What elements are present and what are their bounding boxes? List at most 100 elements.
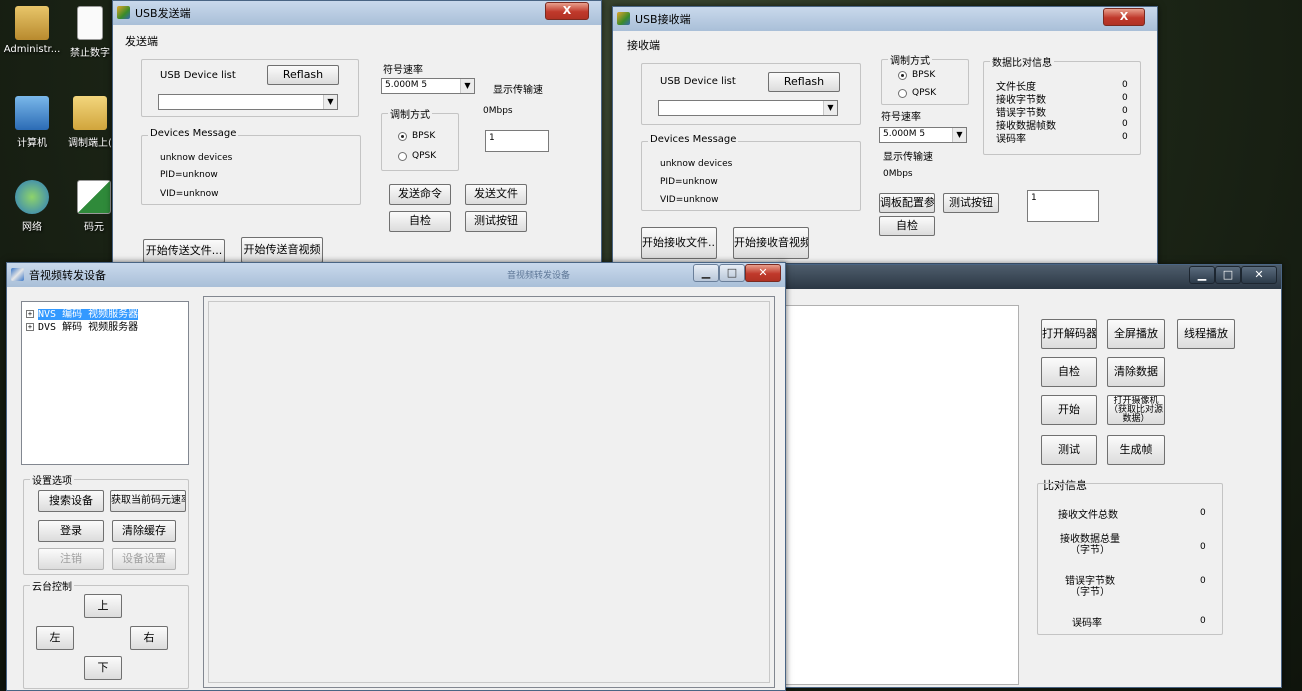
qpsk-radio[interactable]: QPSK (398, 151, 436, 161)
video-display-area[interactable] (785, 305, 1019, 685)
compare-info-group: 接收文件总数 0 接收数据总量（字节） 0 错误字节数（字节） 0 误码率 0 (1037, 483, 1223, 635)
close-button[interactable]: X (1103, 8, 1145, 26)
reflash-button[interactable]: Reflash (267, 65, 339, 85)
device-settings-button[interactable]: 设备设置 (112, 548, 176, 570)
app-icon (117, 6, 130, 19)
test-button[interactable]: 测试 (1041, 435, 1097, 465)
ptz-right-button[interactable]: 右 (130, 626, 168, 650)
show-rate-label: 显示传输速 (493, 85, 543, 96)
radio-checked-icon (398, 132, 407, 141)
devices-message-group: Devices Message unknow devices PID=unkno… (141, 128, 361, 205)
clear-cache-button[interactable]: 清除缓存 (112, 520, 176, 542)
usb-send-titlebar[interactable]: USB发送端 X (113, 1, 601, 25)
device-list-label: USB Device list (660, 76, 736, 87)
test-button[interactable]: 测试按钮 (943, 193, 999, 213)
device-status: unknow devices (660, 159, 733, 169)
start-recv-av-button[interactable]: 开始接收音视频 (733, 227, 809, 259)
app-icon (617, 12, 630, 25)
ptz-up-button[interactable]: 上 (84, 594, 122, 618)
modulation-group: 调制方式 BPSK QPSK (881, 52, 969, 105)
maximize-icon: □ (1222, 268, 1234, 281)
start-send-av-button[interactable]: 开始传送音视频 (241, 237, 323, 263)
clear-data-button[interactable]: 清除数据 (1107, 357, 1165, 387)
section-label: 发送端 (125, 35, 158, 48)
devices-message-group: Devices Message unknow devices PID=unkno… (641, 134, 861, 211)
ber-value: 0 (1200, 616, 1206, 626)
chevron-down-icon: ▼ (823, 101, 837, 115)
qpsk-radio[interactable]: QPSK (898, 88, 936, 98)
desktop-icon-administrator[interactable]: Administr... (0, 6, 64, 55)
device-select[interactable]: ▼ (158, 94, 338, 110)
section-label: 接收端 (627, 39, 660, 52)
minimize-button[interactable]: ▁ (693, 264, 719, 282)
self-check-button[interactable]: 自检 (1041, 357, 1097, 387)
error-bytes-value: 0 (1122, 106, 1128, 116)
value-input[interactable]: 1 (1027, 190, 1099, 222)
thread-play-button[interactable]: 线程播放 (1177, 319, 1235, 349)
open-camera-button[interactable]: 打开摄像机（获取比对源数据） (1107, 395, 1165, 425)
close-button[interactable]: ✕ (1241, 266, 1277, 284)
device-list-label: USB Device list (160, 70, 236, 81)
minimize-button[interactable]: ▁ (1189, 266, 1215, 284)
value-input[interactable]: 1 (485, 130, 549, 152)
generate-frame-button[interactable]: 生成帧 (1107, 435, 1165, 465)
device-select[interactable]: ▼ (658, 100, 838, 116)
logout-button[interactable]: 注销 (38, 548, 104, 570)
recv-data-total-value: 0 (1200, 542, 1206, 552)
ptz-down-button[interactable]: 下 (84, 656, 122, 680)
self-check-button[interactable]: 自检 (879, 216, 935, 236)
modulation-label: 调制方式 (888, 52, 932, 67)
send-file-button[interactable]: 发送文件 (465, 184, 527, 205)
maximize-button[interactable]: □ (719, 264, 745, 282)
device-tree[interactable]: + NVS 编码 视频服务器 + DVS 解码 视频服务器 (21, 301, 189, 465)
fullscreen-button[interactable]: 全屏播放 (1107, 319, 1165, 349)
maximize-button[interactable]: □ (1215, 266, 1241, 284)
file-length-value: 0 (1122, 80, 1128, 90)
ptz-group: 云台控制 上 左 右 下 (23, 578, 189, 689)
start-recv-file-button[interactable]: 开始接收文件... (641, 227, 717, 259)
self-check-button[interactable]: 自检 (389, 211, 451, 232)
send-command-button[interactable]: 发送命令 (389, 184, 451, 205)
start-send-file-button[interactable]: 开始传送文件... (143, 239, 225, 263)
radio-checked-icon (898, 71, 907, 80)
search-device-button[interactable]: 搜索设备 (38, 490, 104, 512)
symbol-rate-label: 符号速率 (881, 112, 921, 123)
video-preview-area[interactable] (203, 296, 775, 688)
expand-icon: + (26, 323, 34, 331)
excel-icon (77, 180, 111, 214)
test-button[interactable]: 测试按钮 (465, 211, 527, 232)
folder-icon (73, 96, 107, 130)
error-bytes-label: 错误字节数（字节） (1065, 576, 1115, 598)
device-status: unknow devices (160, 153, 233, 163)
device-list-group: USB Device list Reflash ▼ (641, 63, 861, 125)
tree-item-dvs[interactable]: + DVS 解码 视频服务器 (26, 318, 138, 333)
recv-frames-value: 0 (1122, 119, 1128, 129)
close-icon: X (562, 4, 572, 17)
reflash-button[interactable]: Reflash (768, 72, 840, 92)
symbol-rate-select[interactable]: 5.000M 5 ▼ (879, 127, 967, 143)
device-vid: VID=unknow (160, 189, 219, 199)
get-rate-button[interactable]: 获取当前码元速率 (110, 490, 186, 512)
bpsk-radio[interactable]: BPSK (898, 70, 935, 80)
window-title: 音视频转发设备 (29, 269, 106, 282)
login-button[interactable]: 登录 (38, 520, 104, 542)
ber-label: 误码率 (1072, 618, 1102, 629)
decoder-titlebar[interactable]: ▁ □ ✕ (781, 265, 1281, 289)
av-forward-titlebar[interactable]: 音视频转发设备 音视频转发设备 ▁ □ ✕ (7, 263, 785, 287)
network-icon (15, 180, 49, 214)
ptz-left-button[interactable]: 左 (36, 626, 74, 650)
bpsk-radio[interactable]: BPSK (398, 131, 435, 141)
symbol-rate-select[interactable]: 5.000M 5 ▼ (381, 78, 475, 94)
start-button[interactable]: 开始 (1041, 395, 1097, 425)
desktop-icon-network[interactable]: 网络 (0, 180, 64, 233)
close-button[interactable]: X (545, 2, 589, 20)
error-bytes-value: 0 (1200, 576, 1206, 586)
open-decoder-button[interactable]: 打开解码器 (1041, 319, 1097, 349)
symbol-rate-label: 符号速率 (383, 65, 423, 76)
close-icon: ✕ (758, 266, 768, 279)
config-params-button[interactable]: 调板配置参 (879, 193, 935, 213)
usb-receive-titlebar[interactable]: USB接收端 X (613, 7, 1157, 31)
close-button[interactable]: ✕ (745, 264, 781, 282)
desktop-icon-computer[interactable]: 计算机 (0, 96, 64, 149)
close-icon: ✕ (1254, 268, 1264, 281)
